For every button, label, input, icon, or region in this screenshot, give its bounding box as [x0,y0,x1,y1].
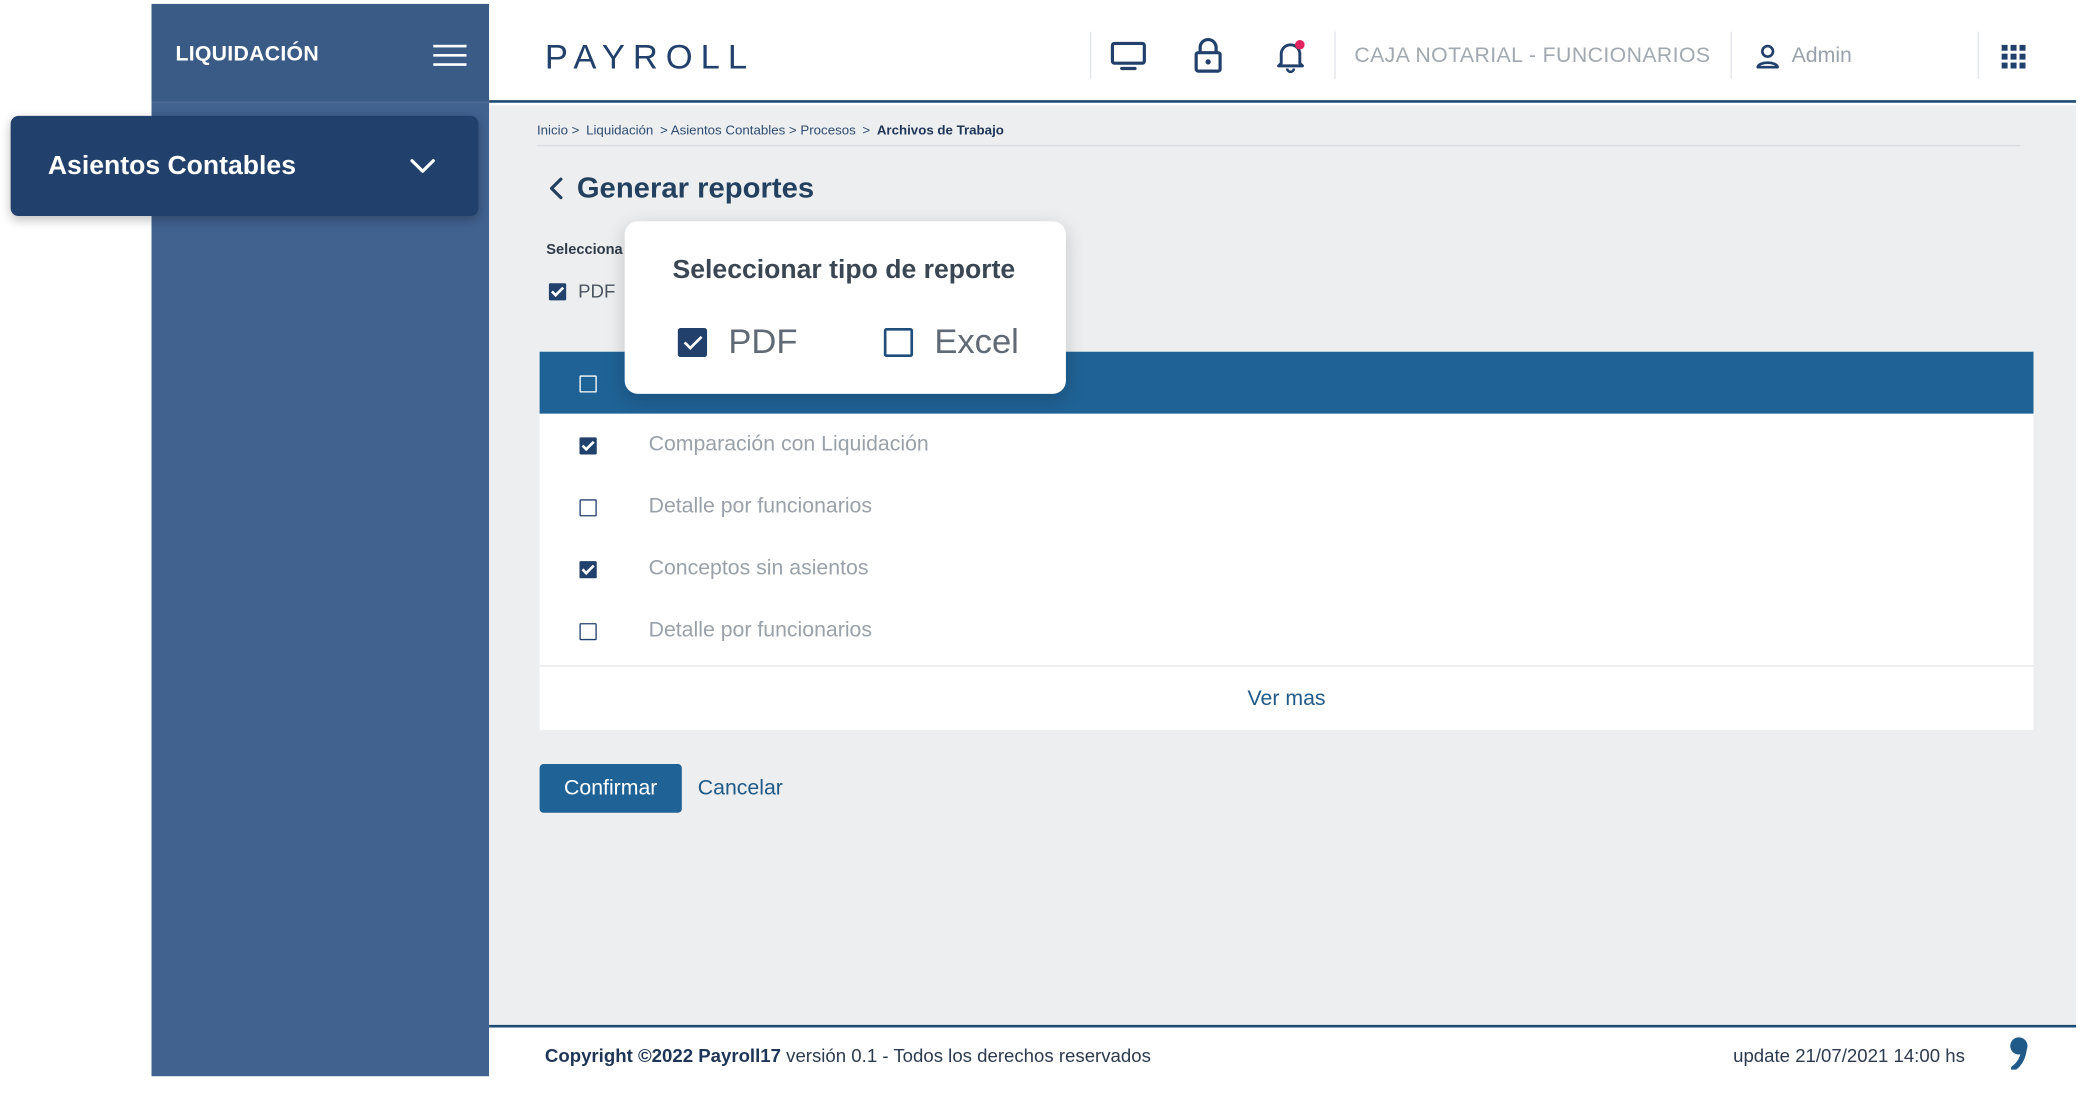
excel-label: Excel [934,321,1019,361]
row-label: Detalle por funcionarios [648,619,872,642]
app-window: LIQUIDACIÓN Asientos Contables PAYROLL C… [0,0,2080,1096]
pdf-label: PDF [728,321,798,361]
divider [1334,31,1336,80]
sidebar-title: LIQUIDACIÓN [175,43,319,66]
back-chevron-icon[interactable] [545,174,569,203]
cancel-button[interactable]: Cancelar [698,777,783,801]
row-label: Detalle por funcionarios [648,495,872,518]
ver-mas-link[interactable]: Ver mas [1248,688,1326,712]
chevron-down-icon [410,159,435,173]
page-header: Generar reportes [545,171,814,205]
popover-option-excel[interactable]: Excel [883,321,1019,362]
divider [1730,31,1732,80]
bell-icon[interactable] [1271,37,1311,74]
breadcrumb: Inicio > Liquidación > Asientos Contable… [537,124,1004,138]
popover-title: Seleccionar tipo de reporte [672,255,1016,285]
footer: Copyright ©2022 Payroll17 versión 0.1 - … [489,1024,2077,1078]
table-row[interactable]: Conceptos sin asientos [540,537,2034,599]
select-all-checkbox[interactable] [579,375,597,393]
lock-icon[interactable] [1188,37,1228,74]
divider [1977,31,1979,80]
notification-dot [1295,40,1305,50]
update-timestamp: update 21/07/2021 14:00 hs [1733,1044,1965,1066]
brand-mark-icon [2010,1037,2028,1070]
table-row[interactable]: Comparación con Liquidación [540,414,2034,476]
row-label: Comparación con Liquidación [648,433,929,456]
user-name: Admin [1791,44,1852,68]
breadcrumb-item-liquidacion[interactable]: Liquidación [586,124,653,138]
apps-grid-icon[interactable] [2001,44,2026,69]
user-menu[interactable]: Admin [1754,42,1852,71]
page-title: Generar reportes [576,171,815,205]
pdf-label-inline: PDF [578,280,616,302]
table-footer: Ver mas [539,665,2034,730]
copyright-rest: versión 0.1 - Todos los derechos reserva… [780,1044,1151,1066]
breadcrumb-separator: > [862,123,871,139]
copyright-text: Copyright ©2022 Payroll17 versión 0.1 - … [545,1045,1151,1066]
breadcrumb-current: Archivos de Trabajo [876,123,1004,139]
breadcrumb-item-inicio[interactable]: Inicio > [537,124,579,138]
table-row[interactable]: Detalle por funcionarios [540,476,2034,538]
divider [1089,31,1092,80]
company-name: CAJA NOTARIAL - FUNCIONARIOS [1354,44,1711,68]
top-bar: PAYROLL CAJA NOTARIAL - FUNCIONARIOS Adm… [489,0,2077,103]
section-dropdown-asientos-contables[interactable]: Asientos Contables [10,115,479,217]
select-type-label: Selecciona [546,242,623,259]
confirm-button[interactable]: Confirmar [539,764,682,813]
row-checkbox[interactable] [579,623,597,641]
user-icon [1756,44,1779,69]
table-row[interactable]: Detalle por funcionarios [540,599,2034,661]
pdf-checkbox[interactable] [677,327,708,357]
row-checkbox[interactable] [579,437,597,455]
popover-option-pdf[interactable]: PDF [677,321,798,362]
report-type-popover: Seleccionar tipo de reporte PDF Excel [624,221,1066,394]
copyright-brand: Copyright ©2022 Payroll17 [544,1044,781,1066]
section-label: Asientos Contables [47,151,296,181]
row-checkbox[interactable] [579,499,597,517]
hamburger-menu-icon[interactable] [433,44,467,69]
row-label: Conceptos sin asientos [648,557,869,580]
breadcrumb-item-asientos-procesos[interactable]: > Asientos Contables > Procesos [660,124,856,138]
monitor-icon[interactable] [1108,37,1148,74]
payroll-logo: PAYROLL [544,36,756,77]
breadcrumb-divider [536,144,2021,147]
pdf-option-inline[interactable]: PDF [548,280,616,302]
sidebar-header: LIQUIDACIÓN [151,3,490,103]
reports-table: Comparación con Liquidación Detalle por … [539,351,2034,730]
pdf-checkbox-inline[interactable] [548,282,567,300]
excel-checkbox[interactable] [883,327,914,357]
row-checkbox[interactable] [579,561,597,579]
